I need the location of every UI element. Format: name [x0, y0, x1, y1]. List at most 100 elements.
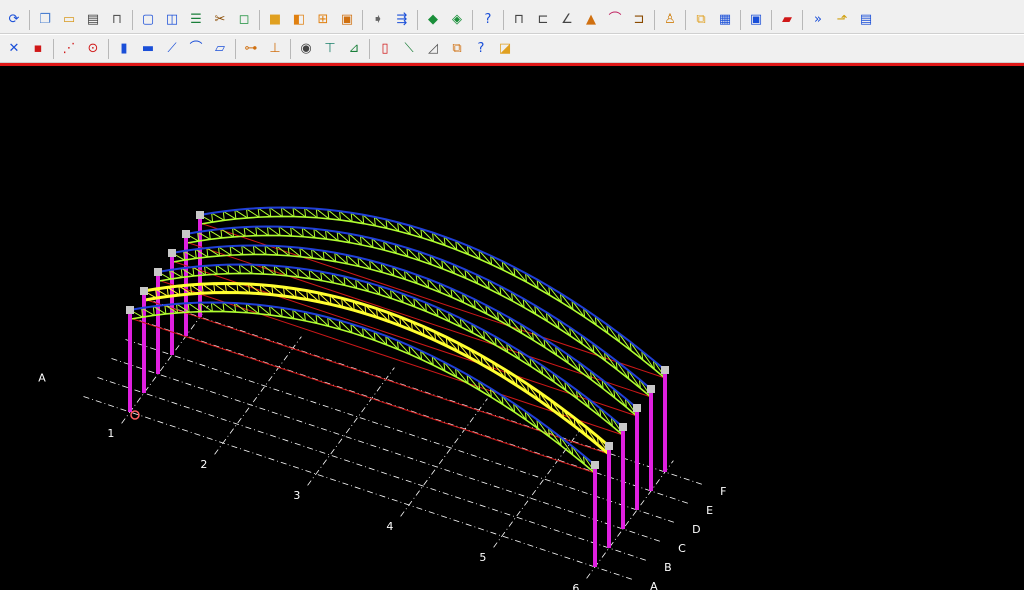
grid-line-bay-4	[400, 398, 488, 517]
arrow-right-button[interactable]: ➧	[368, 10, 388, 30]
model-viewport[interactable]: 123456ABCDEFA	[0, 66, 1024, 590]
person-icon: ♙	[664, 11, 676, 27]
color-block-button[interactable]: ◪	[495, 39, 515, 59]
brace-member-button[interactable]: ⟋	[162, 39, 182, 59]
report-button[interactable]: ▤	[856, 10, 876, 30]
node-arrow-button[interactable]: ⊿	[344, 39, 364, 59]
refresh-button[interactable]: ⟳	[4, 10, 24, 30]
binoculars-button[interactable]: ◉	[296, 39, 316, 59]
scissors-icon: ✂	[214, 11, 226, 27]
arrow-merge-button[interactable]: ⇶	[392, 10, 412, 30]
delete-x-icon: ✕	[8, 40, 20, 56]
double-arrow-icon: »	[814, 11, 822, 27]
print-icon: ▤	[86, 11, 100, 27]
cube-button[interactable]: ■	[265, 10, 285, 30]
red-point-button[interactable]: ▪	[28, 39, 48, 59]
axis-letter-label: A	[650, 580, 658, 590]
person-button[interactable]: ♙	[660, 10, 680, 30]
dash-line-icon: ⋰	[62, 40, 76, 56]
node-green-button[interactable]: ◆	[423, 10, 443, 30]
scissors-button[interactable]: ✂	[210, 10, 230, 30]
stack-icon: ◧	[292, 11, 306, 27]
column-member-button[interactable]: ▮	[114, 39, 134, 59]
column-grid-button[interactable]: ⊓	[509, 10, 529, 30]
portal-icon: ⊐	[633, 11, 645, 27]
target-circle-icon: ⊙	[87, 40, 99, 56]
tie-rod	[143, 298, 610, 455]
folder-arrow-icon: ⬏	[836, 11, 848, 27]
image-button[interactable]: ▰	[777, 10, 797, 30]
slope-icon: ◿	[428, 40, 438, 56]
query-member-button[interactable]: ?	[471, 39, 491, 59]
arrow-merge-icon: ⇶	[396, 11, 408, 27]
calculator-button[interactable]: ▦	[715, 10, 735, 30]
axis-letter-label: F	[720, 485, 726, 498]
diagonal-member-button[interactable]: ⟍	[399, 39, 419, 59]
slab-member-button[interactable]: ▱	[210, 39, 230, 59]
slope-button[interactable]: ◿	[423, 39, 443, 59]
layers-button[interactable]: ☰	[186, 10, 206, 30]
curved-member-button[interactable]: ⌒	[186, 39, 206, 59]
toolbar-separator	[290, 38, 291, 59]
beam-section-button[interactable]: ⊞	[313, 10, 333, 30]
base-support-button[interactable]: ⊥	[265, 39, 285, 59]
column-cap	[168, 249, 176, 257]
stack-button[interactable]: ◧	[289, 10, 309, 30]
toolbar-separator	[53, 38, 54, 59]
table-edit-button[interactable]: ⊤	[320, 39, 340, 59]
column-member-icon: ▮	[120, 40, 128, 56]
copy-button[interactable]: ❐	[35, 10, 55, 30]
load-triangle-button[interactable]: ▲	[581, 10, 601, 30]
load-triangle-icon: ▲	[586, 11, 596, 27]
copy-member-button[interactable]: ⧉	[447, 39, 467, 59]
column-cap	[182, 230, 190, 238]
cube-icon: ■	[268, 11, 282, 27]
toolbar-separator	[685, 9, 686, 30]
print-button[interactable]: ▤	[83, 10, 103, 30]
modeling-toolbar: ✕ ▪ ⋰ ⊙ ▮ ▬ ⟋ ⌒ ▱ ⊶ ⊥ ◉ ⊤ ⊿ ▯ ⟍ ◿ ⧉? ◪	[0, 35, 1024, 63]
color-block-icon: ◪	[498, 40, 512, 56]
column-cap	[140, 287, 148, 295]
rectangle-button[interactable]: ▢	[138, 10, 158, 30]
dash-line-button[interactable]: ⋰	[59, 39, 79, 59]
frame-section-button[interactable]: ▣	[337, 10, 357, 30]
double-arrow-button[interactable]: »	[808, 10, 828, 30]
beam-member-button[interactable]: ▬	[138, 39, 158, 59]
monitor-icon: ▣	[749, 11, 763, 27]
column-cap	[154, 268, 162, 276]
support-button[interactable]: ⊏	[533, 10, 553, 30]
copy-member-icon: ⧉	[452, 40, 462, 56]
toolbar-separator	[654, 9, 655, 30]
window-button[interactable]: ◫	[162, 10, 182, 30]
overlap-button[interactable]: ⧉	[691, 10, 711, 30]
structural-model-3d-view[interactable]: 123456 ABCDEFA	[0, 66, 1024, 590]
table-edit-icon: ⊤	[324, 40, 336, 56]
axis-letter-label: C	[678, 542, 686, 555]
open-folder-button[interactable]: ▭	[59, 10, 79, 30]
slab-member-icon: ▱	[215, 40, 225, 56]
fillet-button[interactable]: ⊓	[107, 10, 127, 30]
axis-letter-label: E	[706, 504, 713, 517]
member-red-button[interactable]: ▯	[375, 39, 395, 59]
angle-button[interactable]: ∠	[557, 10, 577, 30]
binoculars-icon: ◉	[300, 40, 312, 56]
delete-x-button[interactable]: ✕	[4, 39, 24, 59]
column-cap	[661, 366, 669, 374]
column-cap	[196, 211, 204, 219]
arc-button[interactable]: ⌒	[605, 10, 625, 30]
connection-icon: ⊶	[244, 40, 258, 56]
arc-icon: ⌒	[608, 11, 622, 27]
arrow-right-icon: ➧	[372, 11, 384, 27]
member-red-icon: ▯	[381, 40, 389, 56]
select-box-button[interactable]: ◻	[234, 10, 254, 30]
node-drop-button[interactable]: ◈	[447, 10, 467, 30]
portal-button[interactable]: ⊐	[629, 10, 649, 30]
column-cap	[605, 442, 613, 450]
query-button[interactable]: ?	[478, 10, 498, 30]
refresh-icon: ⟳	[8, 11, 20, 27]
connection-button[interactable]: ⊶	[241, 39, 261, 59]
monitor-button[interactable]: ▣	[746, 10, 766, 30]
target-circle-button[interactable]: ⊙	[83, 39, 103, 59]
axis-letter-label: B	[664, 561, 672, 574]
folder-arrow-button[interactable]: ⬏	[832, 10, 852, 30]
